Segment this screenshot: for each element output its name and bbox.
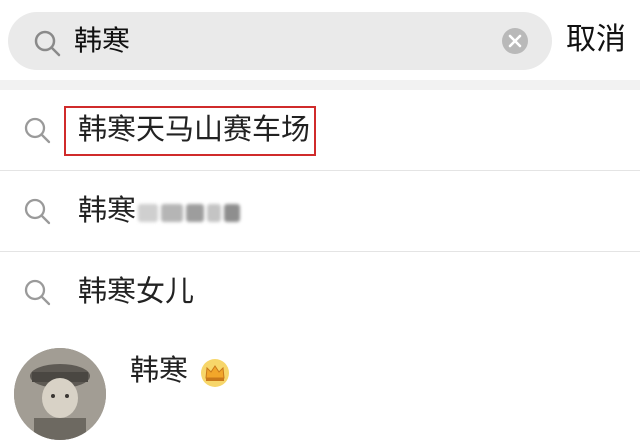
search-icon xyxy=(34,30,61,57)
user-name: 韩寒 xyxy=(130,353,189,387)
search-input[interactable]: 韩寒 xyxy=(74,22,130,60)
section-divider xyxy=(0,80,640,90)
suggestion-item[interactable]: 韩寒 xyxy=(0,171,640,252)
search-header: 韩寒 取消 xyxy=(0,0,640,80)
avatar[interactable] xyxy=(14,348,106,440)
avatar-photo xyxy=(14,348,106,440)
close-icon xyxy=(508,34,522,48)
user-result-item[interactable]: 韩寒 xyxy=(0,330,640,440)
search-icon xyxy=(24,279,51,306)
cancel-button[interactable]: 取消 xyxy=(566,20,626,60)
crown-icon xyxy=(201,359,229,387)
suggestion-item[interactable]: 韩寒女儿 xyxy=(0,252,640,333)
search-bar[interactable]: 韩寒 xyxy=(8,12,552,70)
clear-search-button[interactable] xyxy=(502,28,528,54)
blurred-text-redaction xyxy=(138,200,258,226)
suggestion-label: 韩寒女儿 xyxy=(78,274,195,308)
search-icon xyxy=(24,198,51,225)
search-icon xyxy=(24,117,51,144)
annotation-highlight-box xyxy=(64,106,316,156)
suggestion-label: 韩寒 xyxy=(78,193,137,227)
